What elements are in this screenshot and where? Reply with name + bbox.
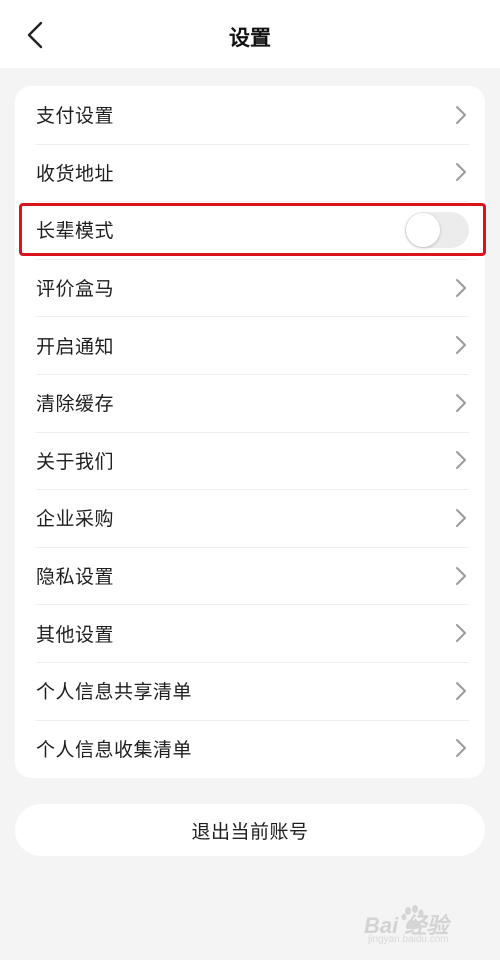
- settings-item-label: 企业采购: [36, 508, 115, 531]
- chevron-right-icon: [453, 508, 469, 528]
- paw-logo-icon: [401, 905, 424, 930]
- chevron-right-icon: [453, 335, 469, 355]
- settings-item-label: 评价盒马: [36, 278, 115, 301]
- settings-item-label: 长辈模式: [36, 220, 115, 243]
- settings-list: 支付设置 收货地址 长辈模式 评价盒马 开启通知 清除缓存 关于我们 企业采购 …: [15, 86, 485, 778]
- settings-item-enterprise[interactable]: 企业采购: [15, 489, 485, 547]
- settings-item-payment[interactable]: 支付设置: [15, 86, 485, 144]
- chevron-right-icon: [453, 681, 469, 701]
- watermark-url: jingyan.baidu.com: [368, 934, 449, 945]
- settings-item-about[interactable]: 关于我们: [15, 431, 485, 490]
- settings-item-elder-mode: 长辈模式: [15, 201, 485, 259]
- chevron-right-icon: [453, 623, 469, 643]
- baidu-jingyan-watermark: Bai 经验 jingyan.baidu.com: [364, 902, 484, 950]
- settings-item-label: 关于我们: [36, 450, 115, 473]
- page-title: 设置: [229, 26, 271, 50]
- settings-item-notifications[interactable]: 开启通知: [15, 316, 485, 374]
- chevron-right-icon: [453, 450, 469, 470]
- settings-item-privacy[interactable]: 隐私设置: [15, 546, 485, 605]
- settings-item-label: 收货地址: [36, 162, 115, 185]
- settings-item-label: 个人信息共享清单: [36, 681, 193, 704]
- elder-mode-toggle[interactable]: [405, 211, 469, 248]
- settings-item-label: 隐私设置: [36, 566, 115, 589]
- logout-button[interactable]: 退出当前账号: [15, 804, 485, 856]
- settings-item-address[interactable]: 收货地址: [15, 143, 485, 202]
- header-bar: 设置: [0, 0, 500, 68]
- settings-item-label: 支付设置: [36, 105, 115, 128]
- chevron-right-icon: [453, 278, 469, 298]
- settings-item-label: 清除缓存: [36, 393, 115, 416]
- settings-item-rate[interactable]: 评价盒马: [15, 258, 485, 317]
- chevron-right-icon: [453, 566, 469, 586]
- chevron-right-icon: [453, 393, 469, 413]
- chevron-right-icon: [453, 162, 469, 182]
- chevron-left-icon: [27, 21, 43, 49]
- settings-item-label: 开启通知: [36, 335, 115, 358]
- settings-item-info-sharing[interactable]: 个人信息共享清单: [15, 661, 485, 720]
- settings-item-info-collection[interactable]: 个人信息收集清单: [15, 719, 485, 778]
- settings-item-label: 个人信息收集清单: [36, 738, 193, 761]
- toggle-knob: [406, 212, 440, 247]
- settings-item-label: 其他设置: [36, 623, 115, 646]
- settings-item-other[interactable]: 其他设置: [15, 604, 485, 662]
- chevron-right-icon: [453, 738, 469, 758]
- chevron-right-icon: [453, 105, 469, 125]
- settings-item-clear-cache[interactable]: 清除缓存: [15, 373, 485, 432]
- back-button[interactable]: [18, 18, 52, 52]
